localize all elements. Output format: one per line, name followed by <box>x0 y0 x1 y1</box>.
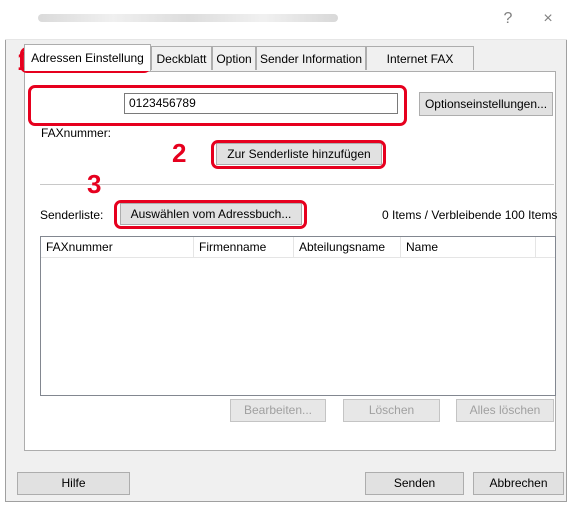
column-header-fax-number[interactable]: FAXnummer <box>41 237 194 257</box>
step-number-2: 2 <box>172 138 187 168</box>
close-icon[interactable]: × <box>538 10 558 28</box>
window-title-blurred <box>38 14 338 22</box>
title-bar <box>5 4 567 40</box>
help-icon[interactable]: ? <box>498 10 518 28</box>
edit-button[interactable]: Bearbeiten... <box>230 399 326 422</box>
send-button[interactable]: Senden <box>365 472 464 495</box>
divider <box>40 184 554 185</box>
tab-adressen-einstellung[interactable]: Adressen Einstellung <box>24 44 151 71</box>
sender-list-table[interactable]: FAXnummer Firmenname Abteilungsname Name <box>40 236 556 396</box>
delete-button[interactable]: Löschen <box>343 399 440 422</box>
callout-box-fax-number <box>28 85 407 126</box>
callout-box-addressbook-button <box>114 200 307 229</box>
help-button[interactable]: Hilfe <box>17 472 130 495</box>
cancel-button[interactable]: Abbrechen <box>473 472 564 495</box>
sender-list-label: Senderliste: <box>40 208 104 222</box>
tab-sender-information[interactable]: Sender Information <box>256 46 366 70</box>
tab-internet-fax[interactable]: Internet FAX <box>366 46 474 70</box>
delete-all-button[interactable]: Alles löschen <box>456 399 554 422</box>
tab-option[interactable]: Option <box>212 46 256 70</box>
options-settings-button[interactable]: Optionseinstellungen... <box>419 92 553 116</box>
column-header-name[interactable]: Name <box>401 237 536 257</box>
items-count-label: 0 Items / Verbleibende 100 Items <box>382 208 558 222</box>
callout-box-add-button <box>211 140 386 169</box>
column-header-department[interactable]: Abteilungsname <box>294 237 401 257</box>
header-separator <box>41 257 555 258</box>
step-number-3: 3 <box>87 169 102 199</box>
fax-number-label: FAXnummer: <box>41 126 112 140</box>
column-header-company[interactable]: Firmenname <box>194 237 294 257</box>
tab-deckblatt[interactable]: Deckblatt <box>151 46 212 70</box>
